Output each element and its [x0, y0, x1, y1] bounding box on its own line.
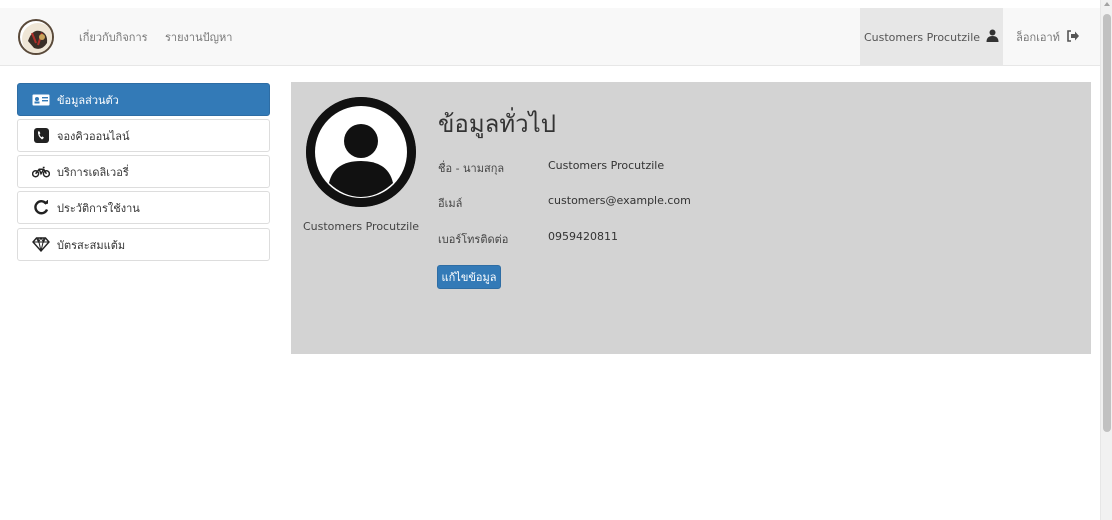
top-navbar: เกี่ยวกับกิจการ รายงานปัญหา Customers Pr…: [0, 8, 1100, 66]
section-title: ข้อมูลทั่วไป: [438, 110, 556, 138]
sidebar-item-loyalty-card[interactable]: บัตรสะสมแต้ม: [17, 228, 270, 261]
field-value-name: Customers Procutzile: [548, 159, 665, 172]
scroll-up-arrow-icon[interactable]: [1104, 2, 1110, 6]
field-label-email: อีเมล์: [438, 197, 463, 210]
app-logo-icon[interactable]: [18, 19, 54, 55]
refresh-icon: [32, 199, 50, 217]
avatar-display-name: Customers Procutzile: [302, 220, 420, 233]
field-value-phone: 0959420811: [548, 230, 618, 243]
sidebar-item-label: บริการเดลิเวอรี่: [57, 165, 129, 179]
edit-profile-button[interactable]: แก้ไขข้อมูล: [437, 265, 501, 289]
scrollbar-thumb[interactable]: [1103, 14, 1111, 432]
nav-user-menu[interactable]: Customers Procutzile: [860, 8, 1003, 66]
sidebar-item-usage-history[interactable]: ประวัติการใช้งาน: [17, 191, 270, 224]
logout-link[interactable]: ล็อกเอาท์: [1012, 8, 1084, 66]
nav-link-report-problem[interactable]: รายงานปัญหา: [165, 28, 232, 46]
sidebar-item-label: จองคิวออนไลน์: [57, 129, 130, 143]
diamond-icon: [32, 236, 50, 254]
logout-icon: [1066, 29, 1080, 45]
page-scrollbar[interactable]: [1100, 0, 1112, 520]
user-icon: [986, 29, 999, 45]
nav-link-about[interactable]: เกี่ยวกับกิจการ: [79, 28, 148, 46]
sidebar-item-personal-info[interactable]: ข้อมูลส่วนตัว: [17, 83, 270, 116]
nav-user-name: Customers Procutzile: [863, 30, 981, 44]
user-avatar-icon: [306, 97, 416, 207]
profile-panel: Customers Procutzile ข้อมูลทั่วไป ชื่อ -…: [291, 82, 1091, 354]
id-card-icon: [32, 91, 50, 109]
logout-label: ล็อกเอาท์: [1016, 31, 1060, 44]
sidebar-item-label: บัตรสะสมแต้ม: [57, 238, 126, 252]
field-label-phone: เบอร์โทรติดต่อ: [438, 233, 509, 246]
sidebar-item-label: ข้อมูลส่วนตัว: [57, 93, 119, 107]
field-value-email: customers@example.com: [548, 194, 691, 207]
field-label-name: ชื่อ - นามสกุล: [438, 162, 505, 175]
motorcycle-icon: [32, 163, 50, 181]
sidebar-item-online-booking[interactable]: จองคิวออนไลน์: [17, 119, 270, 152]
sidebar-item-delivery[interactable]: บริการเดลิเวอรี่: [17, 155, 270, 188]
phone-icon: [32, 127, 50, 145]
sidebar-item-label: ประวัติการใช้งาน: [57, 201, 140, 215]
